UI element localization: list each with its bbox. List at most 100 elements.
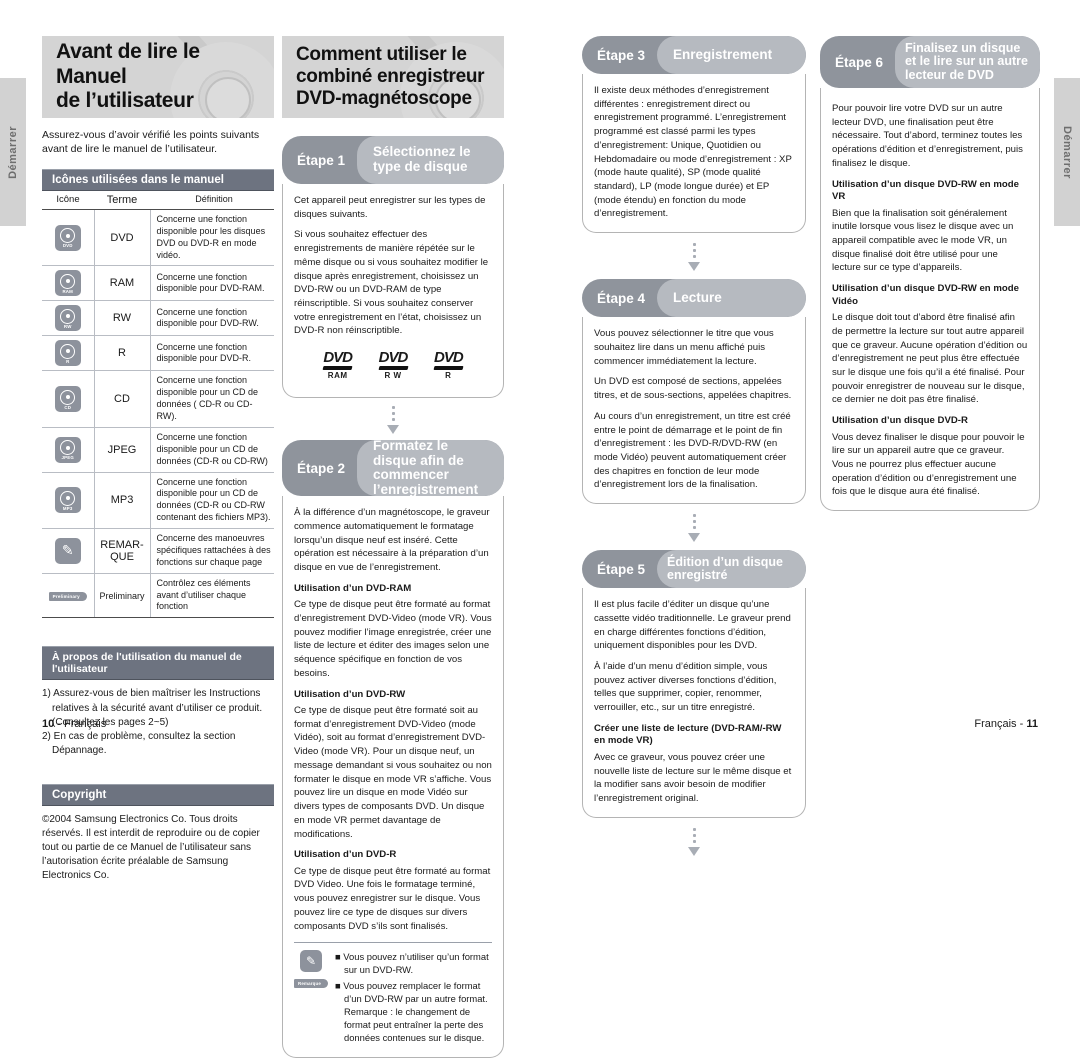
footer-left: 10 - Français [42, 718, 106, 730]
dvd-ram-logo-word: DVD [323, 349, 353, 367]
step-5-title: Édition d’un disque enregistré [657, 550, 806, 589]
row-term: Preliminary [94, 573, 151, 619]
step-2-number: Étape 2 [297, 460, 346, 476]
dvd-ram-logo-sub: RAM [327, 371, 348, 381]
table-row: RAM RAM Concerne une fonction disponible… [42, 265, 274, 302]
step-1-title: Sélectionnez le type de disque [357, 136, 504, 184]
disc-cd-icon: CD [54, 386, 81, 413]
connector-arrow-step3-to-step4 [582, 243, 806, 272]
footer-right-separator: - [1019, 718, 1024, 730]
step-5-header: Étape 5 Édition d’un disque enregistré [582, 550, 806, 589]
page-title-left-line1: Avant de lire le Manuel [56, 40, 200, 88]
disc-dvd-icon: DVD [54, 224, 81, 251]
dvd-rw-logo-underline [378, 366, 408, 371]
step-4-paragraph-2: Un DVD est composé de sections, appelées… [594, 376, 792, 402]
step-2-intro: À la différence d’un magnétoscope, le gr… [294, 507, 490, 574]
connector-arrowhead [688, 262, 700, 272]
remarque-tag-icon: Remarque [294, 979, 329, 989]
table-header-icon: Icône [42, 190, 94, 210]
step-4-header: Étape 4 Lecture [582, 279, 806, 318]
step-1-paragraph-1: Cet appareil peut enregistrer sur les ty… [294, 195, 486, 220]
banner-comment-utiliser: Comment utiliser le combiné enregistreur… [282, 36, 504, 118]
note-item-1: ■ Vous pouvez n’utiliser qu’un format su… [335, 951, 489, 976]
step-5-number: Étape 5 [597, 561, 646, 577]
dvd-logos-row: DVD RAM DVD R W DVD R [310, 350, 476, 380]
row-definition: Concerne une fonction disponible pour DV… [150, 335, 274, 372]
side-tab-left-label: Démarrer [7, 125, 19, 179]
step-3-header: Étape 3 Enregistrement [582, 36, 806, 74]
step-1-header: Étape 1 Sélectionnez le type de disque [282, 136, 504, 184]
note-item-2: ■ Vous pouvez remplacer le format d’un D… [335, 979, 488, 1044]
note-item-1-text: Vous pouvez n’utiliser qu’un format sur … [343, 951, 489, 976]
step-6-block: Étape 6 Finalisez un disque et le lire s… [820, 36, 1040, 512]
dvd-ram-logo: DVD RAM [322, 349, 353, 381]
dvd-r-logo: DVD R [433, 349, 464, 380]
connector-arrowhead [688, 846, 700, 856]
step-6-sub1-text: Bien que la finalisation soit généraleme… [832, 207, 1014, 274]
row-icon-cell: Preliminary [42, 573, 95, 619]
step-2-title: Formatez le disque afin de commencer l’e… [357, 440, 504, 497]
step-3-title: Enregistrement [657, 36, 806, 74]
table-header-term: Terme [94, 190, 150, 210]
note-list: ■ Vous pouvez n’utiliser qu’un format su… [335, 950, 492, 1046]
row-icon-cell: R [42, 335, 95, 372]
step-2-sub1-heading: Utilisation d’un DVD-RAM [294, 582, 412, 594]
step-4-number: Étape 4 [597, 290, 646, 306]
row-definition: Concerne une fonction disponible pour DV… [150, 265, 274, 302]
row-term: RAM [94, 265, 151, 302]
row-term: CD [94, 370, 151, 428]
connector-arrow-step5-to-step6 [582, 827, 806, 856]
step-5-sub-heading: Créer une liste de lecture (DVD-RAM/-RW … [594, 722, 782, 747]
disc-ram-icon: RAM [54, 270, 81, 297]
dvd-rw-logo: DVD R W [378, 349, 409, 380]
row-icon-cell: ✎ [42, 528, 95, 574]
pencil-remark-icon: ✎ [54, 537, 81, 564]
step-5-paragraph-1: Il est plus facile d’éditer un disque qu… [594, 599, 791, 652]
usage-item-2: 2) En cas de problème, consultez la sect… [42, 730, 236, 757]
connector-dots [692, 827, 696, 846]
table-row: CD CD Concerne une fonction disponible p… [42, 370, 274, 428]
footer-right-language: Français [974, 718, 1017, 730]
table-row: JPEG JPEG Concerne une fonction disponib… [42, 427, 274, 473]
table-row: RW RW Concerne une fonction disponible p… [42, 300, 274, 337]
step-4-paragraph-3: Au cours d’un enregistrement, un titre e… [594, 410, 791, 491]
step-2-sub3-text: Ce type de disque peut être formaté au f… [294, 865, 491, 932]
connector-dots [391, 406, 395, 424]
step-2-note-box: ✎ Remarque ■ Vous pouvez n’utiliser qu’u… [294, 942, 492, 1046]
connector-arrow-step1-to-step2 [282, 406, 504, 435]
dvd-ram-logo-underline [322, 366, 353, 371]
step-5-sub-text: Avec ce graveur, vous pouvez créer une n… [594, 751, 792, 804]
step-6-sub3-text: Vous devez finaliser le disque pour pouv… [832, 431, 1025, 498]
step-2-sub2-heading: Utilisation d’un DVD-RW [294, 688, 406, 700]
column-left-page: Avant de lire le Manuel de l’utilisateur… [42, 36, 274, 883]
step-6-intro: Pour pouvoir lire votre DVD sur un autre… [832, 103, 1023, 169]
connector-arrowhead [387, 425, 399, 435]
row-definition: Concerne une fonction disponible pour le… [150, 209, 274, 267]
dvd-rw-logo-word: DVD [378, 349, 409, 367]
column-how-to-use: Comment utiliser le combiné enregistreur… [282, 36, 504, 1058]
connector-dots [692, 514, 696, 532]
step-1-number: Étape 1 [297, 152, 346, 168]
page-title-line1: Comment utiliser le [296, 43, 467, 65]
row-term: R [94, 335, 151, 372]
step-6-sub2-text: Le disque doit tout d’abord être finalis… [832, 312, 1028, 406]
row-term: RW [94, 300, 151, 337]
step-4-title: Lecture [657, 279, 806, 318]
step-2-sub2-text: Ce type de disque peut être formaté soit… [294, 705, 492, 840]
page-title-how-to-use: Comment utiliser le combiné enregistreur… [282, 43, 485, 110]
section-bar-icons: Icônes utilisées dans le manuel [42, 168, 274, 191]
pencil-remark-icon: ✎ [300, 950, 322, 973]
row-definition: Concerne une fonction disponible pour DV… [150, 300, 274, 337]
row-definition: Contrôlez ces éléments avant d’utiliser … [150, 573, 274, 619]
dvd-r-logo-word: DVD [433, 349, 464, 367]
row-icon-cell: CD [42, 370, 95, 428]
footer-left-page-number: 10 [42, 718, 55, 730]
step-4-paragraph-1: Vous pouvez sélectionner le titre que vo… [594, 328, 774, 367]
page-title-line2: combiné enregistreur [296, 65, 485, 87]
row-icon-cell: JPEG [42, 427, 95, 473]
step-6-sub1-heading: Utilisation d’un disque DVD-RW en mode V… [832, 178, 1019, 203]
connector-arrow-step4-to-step5 [582, 514, 806, 543]
dvd-r-logo-underline [433, 366, 464, 371]
page-title-left: Avant de lire le Manuel de l’utilisateur [42, 40, 274, 113]
row-definition: Concerne une fonction disponible pour un… [150, 472, 274, 530]
